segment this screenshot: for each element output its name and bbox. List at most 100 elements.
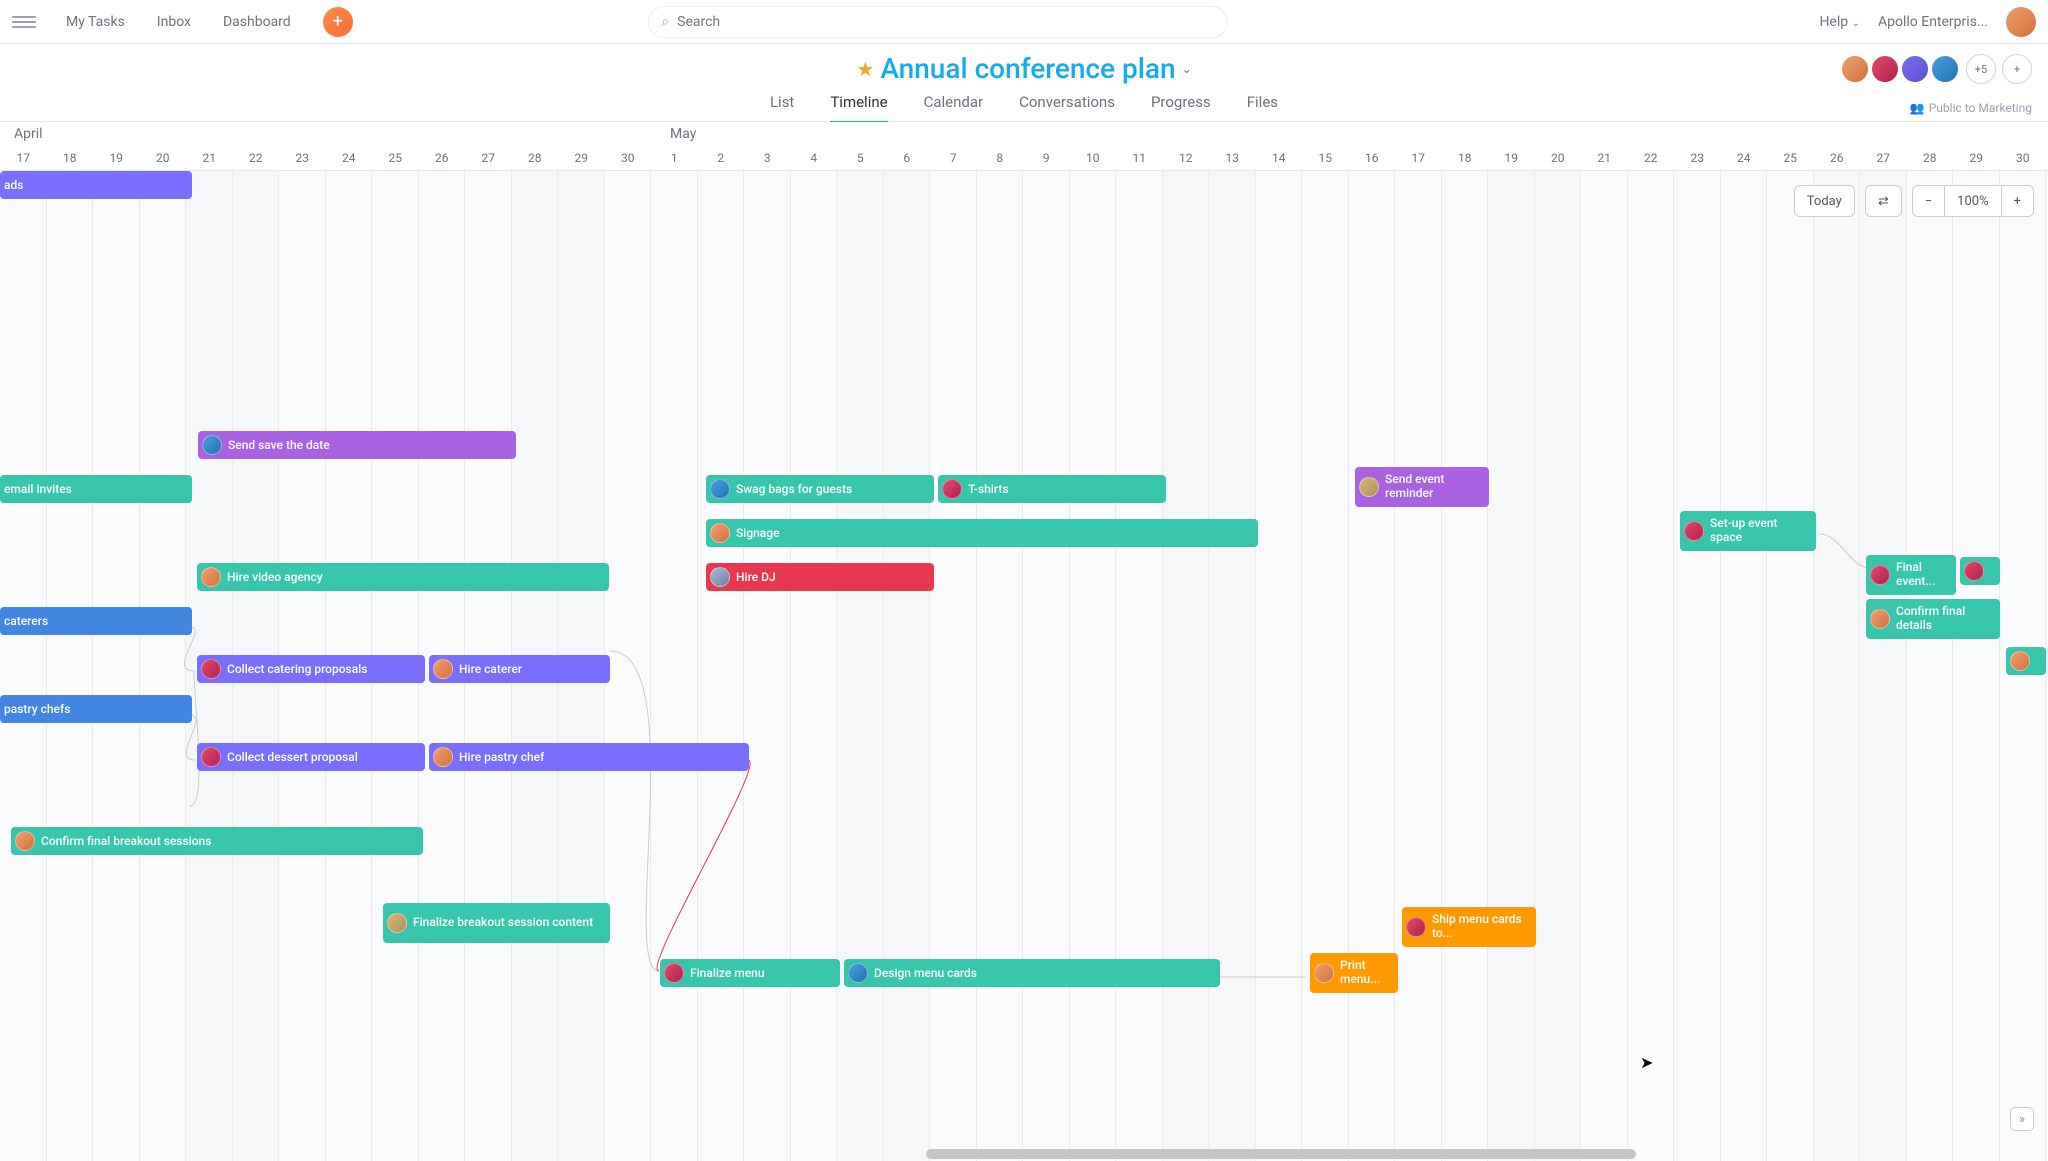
today-button[interactable]: Today [1794, 185, 1855, 217]
search-box[interactable]: ⌕ [648, 6, 1228, 38]
assignee-avatar [1314, 963, 1334, 983]
task-final-event[interactable]: Final event... [1866, 555, 1956, 595]
assignee-avatar [710, 567, 730, 587]
day-cell: 13 [1209, 146, 1256, 170]
task-finalize-menu[interactable]: Finalize menu [660, 959, 840, 987]
day-cell: 22 [1628, 146, 1675, 170]
horizontal-scrollbar[interactable] [0, 1147, 2048, 1161]
project-permission[interactable]: 👥 Public to Marketing [1910, 101, 2032, 115]
day-cell: 3 [744, 146, 791, 170]
task-hire-dj[interactable]: Hire DJ [706, 563, 934, 591]
nav-my-tasks[interactable]: My Tasks [66, 14, 125, 30]
task-misc-1[interactable] [1960, 557, 2000, 585]
nav-dashboard[interactable]: Dashboard [223, 14, 291, 30]
day-column [1907, 171, 1954, 1161]
task-pastry-chefs[interactable]: pastry chefs [0, 695, 192, 723]
assignee-avatar [710, 479, 730, 499]
task-ship-menu[interactable]: Ship menu cards to... [1402, 907, 1536, 947]
add-button[interactable]: + [323, 7, 353, 37]
assignee-avatar [201, 567, 221, 587]
people-icon: 👥 [1910, 101, 1925, 115]
task-design-cards[interactable]: Design menu cards [844, 959, 1220, 987]
zoom-in-button[interactable]: + [2001, 185, 2034, 217]
task-hire-caterer[interactable]: Hire caterer [429, 655, 610, 683]
task-collect-catering[interactable]: Collect catering proposals [197, 655, 425, 683]
day-column [1767, 171, 1814, 1161]
day-cell: 19 [93, 146, 140, 170]
day-cell: 21 [1581, 146, 1628, 170]
day-column [1116, 171, 1163, 1161]
org-link[interactable]: Apollo Enterpris... [1878, 14, 1988, 30]
task-email-invites[interactable]: email invites [0, 475, 192, 503]
star-icon[interactable]: ★ [856, 57, 874, 81]
task-signage[interactable]: Signage [706, 519, 1258, 547]
help-link[interactable]: Help ⌄ [1819, 14, 1860, 30]
task-finalize-breakout[interactable]: Finalize breakout session content [383, 903, 610, 943]
assignee-avatar [433, 659, 453, 679]
member-avatar[interactable] [1930, 54, 1960, 84]
task-collect-dessert[interactable]: Collect dessert proposal [197, 743, 425, 771]
day-column [1023, 171, 1070, 1161]
task-print-menu[interactable]: Print menu... [1310, 953, 1398, 993]
day-column [791, 171, 838, 1161]
member-avatar[interactable] [1900, 54, 1930, 84]
day-cell: 26 [1814, 146, 1861, 170]
task-confirm-final[interactable]: Confirm final details [1866, 599, 2000, 639]
assignee-avatar [1870, 565, 1890, 585]
filter-button[interactable]: ⇄ [1865, 185, 1902, 217]
day-cell: 9 [1023, 146, 1070, 170]
assignee-avatar [1964, 561, 1984, 581]
timeline-controls: Today ⇄ − 100% + [1794, 185, 2034, 217]
user-avatar[interactable] [2006, 7, 2036, 37]
task-save-date[interactable]: Send save the date [198, 431, 516, 459]
search-input[interactable] [677, 14, 1215, 30]
timeline-body[interactable]: Today ⇄ − 100% + ads Send save the date … [0, 171, 2048, 1161]
tab-list[interactable]: List [770, 93, 794, 124]
month-label: May [670, 126, 696, 142]
tab-files[interactable]: Files [1247, 93, 1278, 124]
task-confirm-breakout[interactable]: Confirm final breakout sessions [11, 827, 423, 855]
day-cell: 29 [558, 146, 605, 170]
task-misc-2[interactable] [2006, 647, 2046, 675]
task-setup[interactable]: Set-up event space [1680, 511, 1816, 551]
tab-timeline[interactable]: Timeline [830, 93, 887, 124]
day-column [140, 171, 187, 1161]
add-member-button[interactable]: + [2002, 54, 2032, 84]
month-header: April May [0, 122, 2048, 146]
chevron-down-icon: ⌄ [1852, 18, 1860, 29]
assignee-avatar [1406, 917, 1426, 937]
project-title[interactable]: Annual conference plan [880, 52, 1175, 85]
day-cell: 5 [837, 146, 884, 170]
task-reminder[interactable]: Send event reminder [1355, 467, 1489, 507]
task-ads[interactable]: ads [0, 171, 192, 199]
assignee-avatar [1870, 609, 1890, 629]
day-cell: 16 [1349, 146, 1396, 170]
collapse-button[interactable]: » [2010, 1107, 2034, 1131]
task-tshirts[interactable]: T-shirts [938, 475, 1166, 503]
zoom-out-button[interactable]: − [1912, 185, 1945, 217]
tab-progress[interactable]: Progress [1151, 93, 1211, 124]
day-cell: 23 [1674, 146, 1721, 170]
task-video[interactable]: Hire video agency [197, 563, 609, 591]
nav-inbox[interactable]: Inbox [157, 14, 191, 30]
task-hire-pastry[interactable]: Hire pastry chef [429, 743, 749, 771]
menu-icon[interactable] [12, 10, 36, 34]
member-avatar[interactable] [1870, 54, 1900, 84]
scrollbar-thumb[interactable] [926, 1149, 1636, 1159]
member-avatar[interactable] [1840, 54, 1870, 84]
tab-calendar[interactable]: Calendar [924, 93, 984, 124]
member-overflow[interactable]: +5 [1966, 54, 1996, 84]
day-column [605, 171, 652, 1161]
caret-down-icon[interactable]: ⌄ [1182, 62, 1192, 76]
day-column [837, 171, 884, 1161]
task-caterers[interactable]: caterers [0, 607, 192, 635]
day-cell: 20 [1535, 146, 1582, 170]
tab-conversations[interactable]: Conversations [1019, 93, 1115, 124]
day-column [1256, 171, 1303, 1161]
day-column [1814, 171, 1861, 1161]
task-swag[interactable]: Swag bags for guests [706, 475, 934, 503]
day-cell: 12 [1163, 146, 1210, 170]
day-cell: 17 [1395, 146, 1442, 170]
search-icon: ⌕ [661, 14, 669, 30]
top-nav: My Tasks Inbox Dashboard + ⌕ Help ⌄ Apol… [0, 0, 2048, 44]
